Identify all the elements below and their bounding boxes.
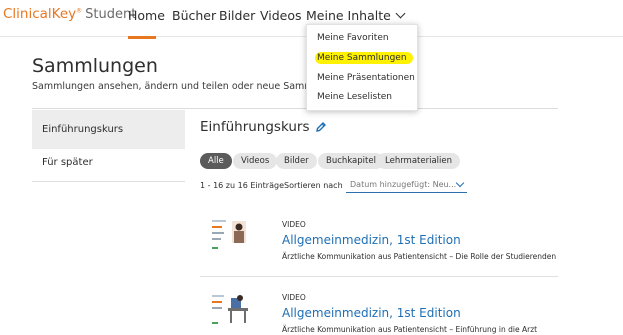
menu-item-presentations[interactable]: Meine Präsentationen: [317, 73, 415, 83]
brand-logo[interactable]: ClinicalKey® Student: [3, 6, 136, 22]
filter-chip-bilder[interactable]: Bilder: [276, 153, 317, 169]
brand-mark: ®: [76, 7, 83, 15]
chevron-down-icon: [395, 8, 406, 19]
menu-item-favorites[interactable]: Meine Favoriten: [317, 33, 389, 43]
item-divider: [200, 276, 558, 277]
brand-name: ClinicalKey: [3, 6, 77, 22]
filter-chip-alle[interactable]: Alle: [200, 153, 232, 169]
nav-videos[interactable]: Videos: [260, 8, 302, 23]
list-item[interactable]: VIDEO Allgemeinmedizin, 1st Edition Ärzt…: [200, 211, 558, 271]
chevron-down-icon: [455, 178, 465, 188]
header-divider: [32, 108, 558, 109]
video-thumbnail[interactable]: [210, 292, 250, 330]
nav-active-indicator: [128, 36, 156, 39]
nav-my-content-label: Meine Inhalte: [306, 8, 391, 23]
menu-item-reading-lists[interactable]: Meine Leselisten: [317, 92, 392, 102]
item-title-link[interactable]: Allgemeinmedizin, 1st Edition: [282, 306, 461, 320]
filter-chip-videos[interactable]: Videos: [233, 153, 278, 169]
filter-chip-buchkapitel[interactable]: Buchkapitel: [318, 153, 384, 169]
nav-books[interactable]: Bücher: [172, 8, 216, 23]
filter-chip-lehrmaterialien[interactable]: Lehrmaterialien: [377, 153, 461, 169]
item-type: VIDEO: [282, 293, 306, 302]
nav-my-content[interactable]: Meine Inhalte: [306, 8, 406, 23]
nav-home[interactable]: Home: [128, 8, 165, 23]
menu-item-collections-label: Meine Sammlungen: [315, 52, 413, 64]
sort-select[interactable]: Datum hinzugefügt: Neu...: [346, 177, 467, 193]
menu-item-collections[interactable]: Meine Sammlungen: [315, 52, 413, 64]
sidebar-item-fuer-spaeter[interactable]: Für später: [32, 143, 185, 182]
nav-images[interactable]: Bilder: [219, 8, 255, 23]
edit-pencil-icon[interactable]: [315, 121, 327, 133]
item-description: Ärztliche Kommunikation aus Patientensic…: [282, 325, 538, 334]
entry-count: 1 - 16 zu 16 Einträge: [200, 181, 284, 190]
my-content-dropdown-menu: Meine Favoriten Meine Sammlungen Meine P…: [306, 24, 418, 111]
item-type: VIDEO: [282, 220, 306, 229]
collection-title: Einführungskurs: [200, 119, 310, 135]
video-thumbnail[interactable]: [210, 217, 250, 255]
sort-label: Sortieren nach: [284, 181, 343, 190]
item-title-link[interactable]: Allgemeinmedizin, 1st Edition: [282, 233, 461, 247]
item-description: Ärztliche Kommunikation aus Patientensic…: [282, 252, 557, 261]
page-title: Sammlungen: [32, 55, 158, 77]
list-item[interactable]: VIDEO Allgemeinmedizin, 1st Edition Ärzt…: [200, 286, 558, 335]
sort-select-value: Datum hinzugefügt: Neu...: [350, 180, 457, 189]
